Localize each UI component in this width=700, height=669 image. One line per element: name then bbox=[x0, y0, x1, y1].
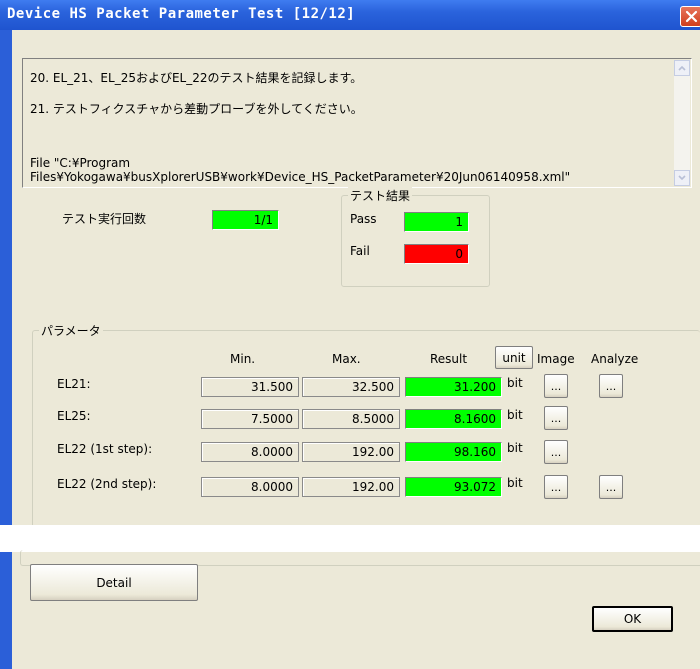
image-button-el25[interactable]: ... bbox=[544, 406, 568, 430]
header-min: Min. bbox=[230, 352, 256, 366]
min-el22-2nd: 8.0000 bbox=[201, 477, 299, 497]
analyze-button-el22-2nd[interactable]: ... bbox=[599, 475, 623, 499]
header-image: Image bbox=[537, 352, 575, 366]
result-el21: 31.200 bbox=[405, 377, 502, 397]
render-gap bbox=[0, 525, 700, 552]
detail-button[interactable]: Detail bbox=[30, 564, 198, 601]
window-title: Device HS Packet Parameter Test [12/12] bbox=[7, 6, 356, 22]
image-button-el21[interactable]: ... bbox=[544, 374, 568, 398]
unit-el22-2nd: bit bbox=[507, 476, 523, 490]
test-result-group bbox=[341, 195, 490, 287]
run-count-value: 1/1 bbox=[212, 210, 279, 230]
chevron-up-icon bbox=[678, 65, 686, 71]
run-count-label: テスト実行回数 bbox=[62, 212, 147, 226]
unit-el22-1st: bit bbox=[507, 441, 523, 455]
dialog-window: Device HS Packet Parameter Test [12/12] … bbox=[0, 0, 700, 669]
pass-label: Pass bbox=[350, 212, 377, 226]
header-max: Max. bbox=[332, 352, 361, 366]
max-el22-1st: 192.00 bbox=[302, 442, 400, 462]
max-el25: 8.5000 bbox=[302, 409, 400, 429]
pass-count: 1 bbox=[404, 212, 469, 232]
result-el22-1st: 98.160 bbox=[405, 442, 502, 462]
parameters-title: パラメータ bbox=[39, 322, 103, 339]
close-button[interactable] bbox=[680, 6, 700, 27]
max-el22-2nd: 192.00 bbox=[302, 477, 400, 497]
unit-button[interactable]: unit bbox=[495, 346, 533, 369]
param-name-el21: EL21: bbox=[57, 377, 91, 391]
result-el25: 8.1600 bbox=[405, 409, 502, 429]
instruction-file-path: File "C:¥Program Files¥Yokogawa¥busXplor… bbox=[30, 156, 571, 184]
instruction-textbox[interactable]: 20. EL_21、EL_25およびEL_22のテスト結果を記録します。 21.… bbox=[22, 58, 692, 188]
fail-label: Fail bbox=[350, 244, 370, 258]
param-name-el25: EL25: bbox=[57, 409, 91, 423]
image-button-el22-2nd[interactable]: ... bbox=[544, 475, 568, 499]
fail-count: 0 bbox=[404, 244, 469, 264]
scroll-down-button[interactable] bbox=[674, 170, 690, 186]
close-icon bbox=[685, 10, 698, 23]
analyze-button-el21[interactable]: ... bbox=[599, 374, 623, 398]
min-el22-1st: 8.0000 bbox=[201, 442, 299, 462]
unit-el25: bit bbox=[507, 408, 523, 422]
instruction-line-1: 20. EL_21、EL_25およびEL_22のテスト結果を記録します。 bbox=[30, 71, 363, 85]
chevron-down-icon bbox=[678, 175, 686, 181]
min-el21: 31.500 bbox=[201, 377, 299, 397]
dialog-footer: Detail OK bbox=[12, 550, 700, 669]
min-el25: 7.5000 bbox=[201, 409, 299, 429]
dialog-body: 20. EL_21、EL_25およびEL_22のテスト結果を記録します。 21.… bbox=[12, 30, 700, 530]
title-bar[interactable]: Device HS Packet Parameter Test [12/12] bbox=[0, 0, 700, 30]
max-el21: 32.500 bbox=[302, 377, 400, 397]
image-button-el22-1st[interactable]: ... bbox=[544, 440, 568, 464]
ok-button[interactable]: OK bbox=[592, 606, 673, 632]
param-name-el22-1st: EL22 (1st step): bbox=[57, 442, 153, 456]
instruction-line-2: 21. テストフィクスチャから差動プローブを外してください。 bbox=[30, 102, 363, 116]
vertical-scrollbar[interactable] bbox=[674, 60, 690, 186]
param-name-el22-2nd: EL22 (2nd step): bbox=[57, 477, 157, 491]
header-analyze: Analyze bbox=[591, 352, 639, 366]
scroll-up-button[interactable] bbox=[674, 60, 690, 76]
test-result-title: テスト結果 bbox=[348, 187, 413, 204]
header-result: Result bbox=[430, 352, 468, 366]
unit-el21: bit bbox=[507, 376, 523, 390]
result-el22-2nd: 93.072 bbox=[405, 477, 502, 497]
